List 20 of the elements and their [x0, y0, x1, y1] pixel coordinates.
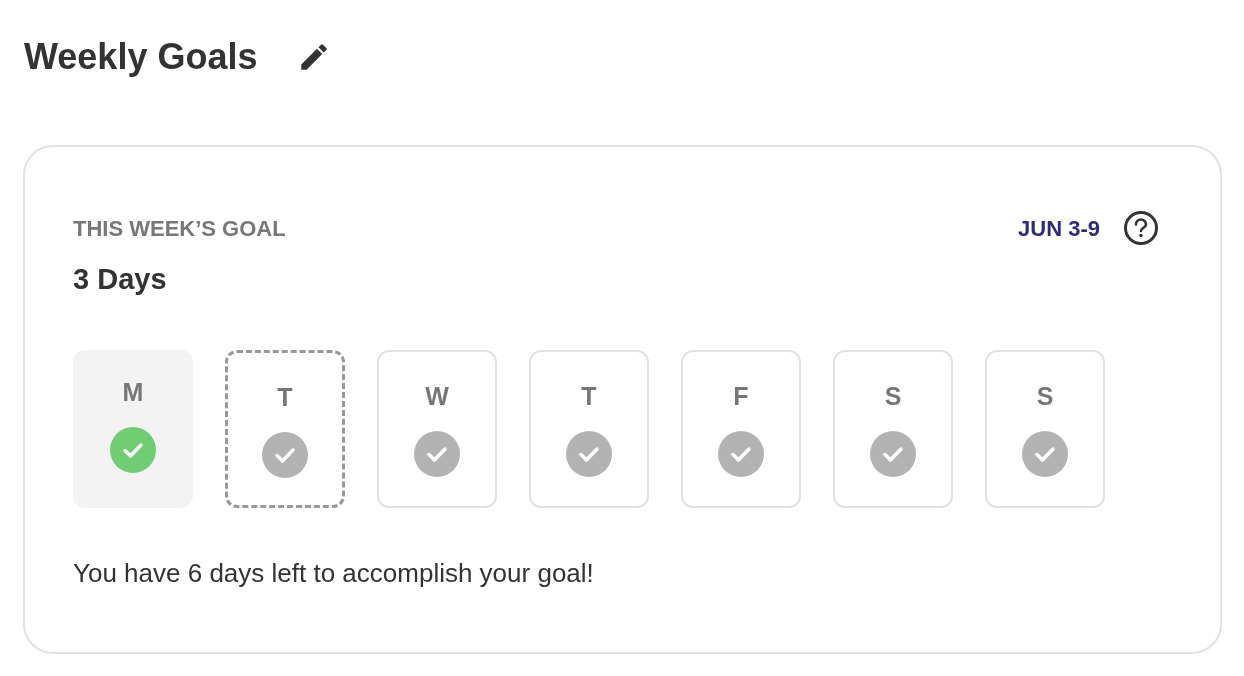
- help-icon[interactable]: [1124, 211, 1158, 245]
- day-tile[interactable]: S: [985, 350, 1105, 508]
- date-range: JUN 3-9: [1018, 214, 1100, 243]
- goal-label: THIS WEEK’S GOAL: [73, 214, 286, 243]
- day-letter: T: [277, 385, 293, 410]
- day-tile[interactable]: T: [529, 350, 649, 508]
- day-letter: W: [425, 384, 449, 409]
- day-letter: S: [1036, 384, 1054, 409]
- day-tile[interactable]: F: [681, 350, 801, 508]
- page-title: Weekly Goals: [23, 39, 258, 75]
- day-tile[interactable]: M: [73, 350, 193, 508]
- day-letter: F: [733, 384, 749, 409]
- day-letter: T: [581, 384, 597, 409]
- day-tile[interactable]: S: [833, 350, 953, 508]
- day-letter: S: [884, 384, 902, 409]
- day-tile[interactable]: T: [225, 350, 345, 508]
- day-letter: M: [122, 380, 144, 405]
- day-tile[interactable]: W: [377, 350, 497, 508]
- goal-value: 3 Days: [73, 265, 168, 294]
- status-message: You have 6 days left to accomplish your goal!: [73, 560, 595, 586]
